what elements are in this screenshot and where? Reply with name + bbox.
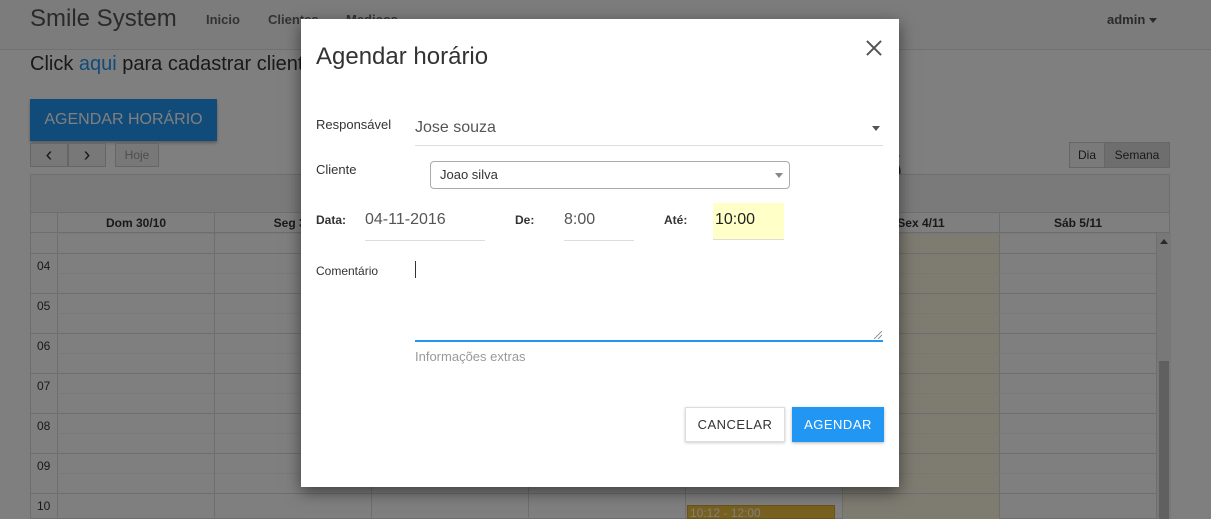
modal-title: Agendar horário — [316, 43, 489, 70]
ate-label: Até: — [664, 213, 688, 227]
comment-textarea[interactable] — [415, 258, 883, 342]
responsavel-label: Responsável — [316, 117, 392, 132]
responsavel-select[interactable]: Jose souza — [415, 116, 883, 146]
chevron-down-icon — [775, 173, 783, 178]
cancel-button[interactable]: CANCELAR — [685, 407, 785, 442]
responsavel-value: Jose souza — [415, 119, 496, 136]
text-cursor — [415, 261, 416, 278]
comment-help-text: Informações extras — [415, 349, 526, 364]
cliente-select[interactable]: Joao silva — [430, 161, 790, 189]
close-icon[interactable] — [864, 38, 884, 58]
start-time-input[interactable]: 8:00 — [564, 203, 634, 241]
resize-handle-icon[interactable] — [874, 331, 882, 339]
schedule-modal: Agendar horário Responsável Jose souza C… — [301, 19, 899, 487]
data-label: Data: — [316, 213, 347, 227]
date-input[interactable]: 04-11-2016 — [365, 203, 485, 241]
cliente-value: Joao silva — [440, 167, 498, 182]
submit-schedule-button[interactable]: AGENDAR — [792, 407, 884, 442]
end-time-input[interactable]: 10:00 — [713, 203, 784, 240]
cliente-label: Cliente — [316, 162, 357, 177]
comentario-label: Comentário — [316, 264, 379, 278]
chevron-down-icon — [872, 126, 880, 131]
de-label: De: — [515, 213, 535, 227]
